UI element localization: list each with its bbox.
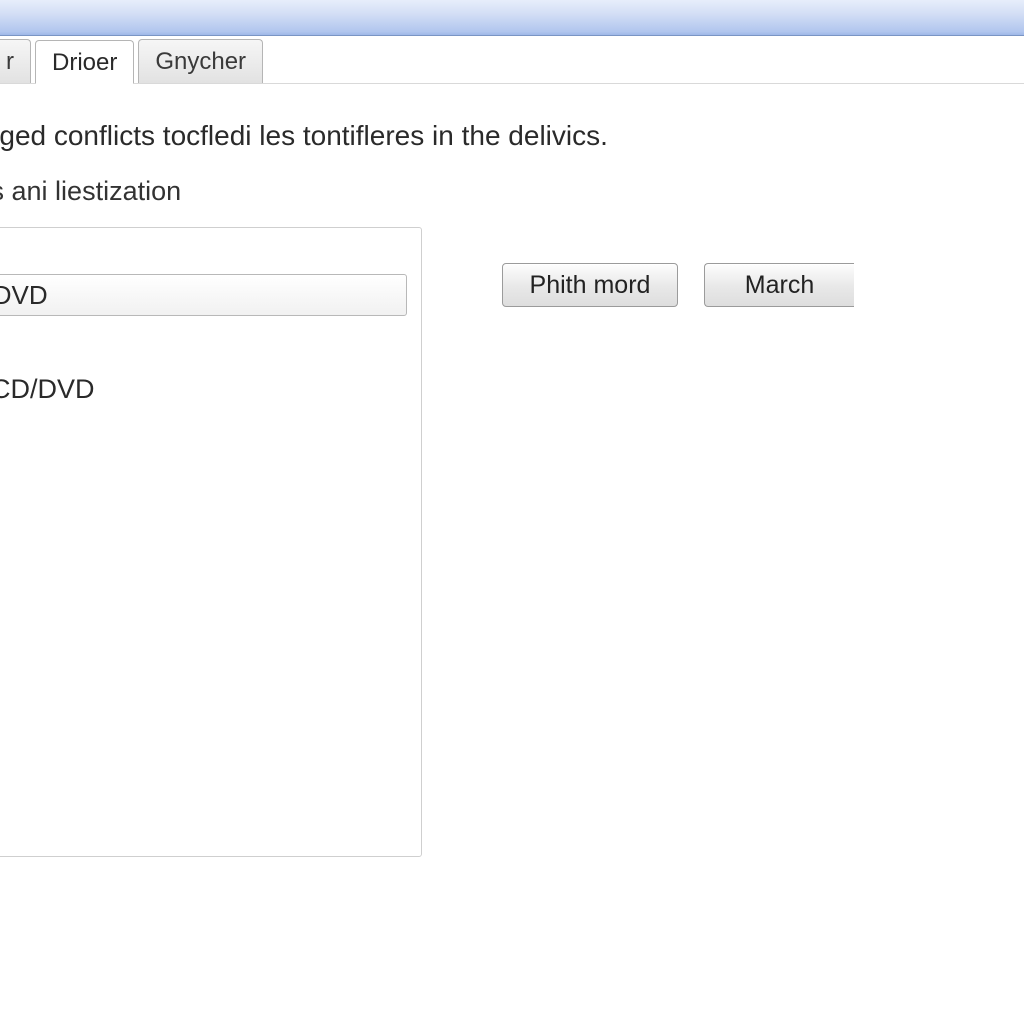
client-area: r Drioer Gnycher lenged conflicts tocfle… xyxy=(0,36,1024,1024)
tab-strip: r Drioer Gnycher xyxy=(0,36,1024,84)
march-button[interactable]: March xyxy=(704,263,854,307)
window-titlebar xyxy=(0,0,1024,36)
tab-drioer[interactable]: Drioer xyxy=(35,40,134,84)
category-dropdown[interactable]: CD/DVD xyxy=(0,274,407,316)
category-panel: ry CD/DVD /PSD Masic CD/DVD yDSD LDEC LD… xyxy=(0,227,422,857)
list-item[interactable]: Masic CD/DVD xyxy=(0,367,421,412)
main-layout: ry CD/DVD /PSD Masic CD/DVD yDSD LDEC LD… xyxy=(0,227,1004,857)
tab-gnycher[interactable]: Gnycher xyxy=(138,39,263,83)
list-item[interactable]: LDEC xyxy=(0,457,421,502)
phith-mord-button[interactable]: Phith mord xyxy=(502,263,678,307)
tab-content: lenged conflicts tocfledi les tontiflere… xyxy=(0,84,1024,857)
list-item[interactable]: Nory xyxy=(0,547,421,592)
tab-partial[interactable]: r xyxy=(0,39,31,83)
list-item[interactable]: yDSD xyxy=(0,412,421,457)
description-text: lenged conflicts tocfledi les tontiflere… xyxy=(0,120,1004,152)
button-panel: Phith mord March xyxy=(502,227,828,307)
list-item[interactable]: LDES xyxy=(0,502,421,547)
list-item[interactable]: /PSD xyxy=(0,322,421,367)
dropdown-value: CD/DVD xyxy=(0,280,48,311)
subheading-text: elts ani liestization xyxy=(0,176,1004,207)
group-label: ry xyxy=(0,228,421,274)
